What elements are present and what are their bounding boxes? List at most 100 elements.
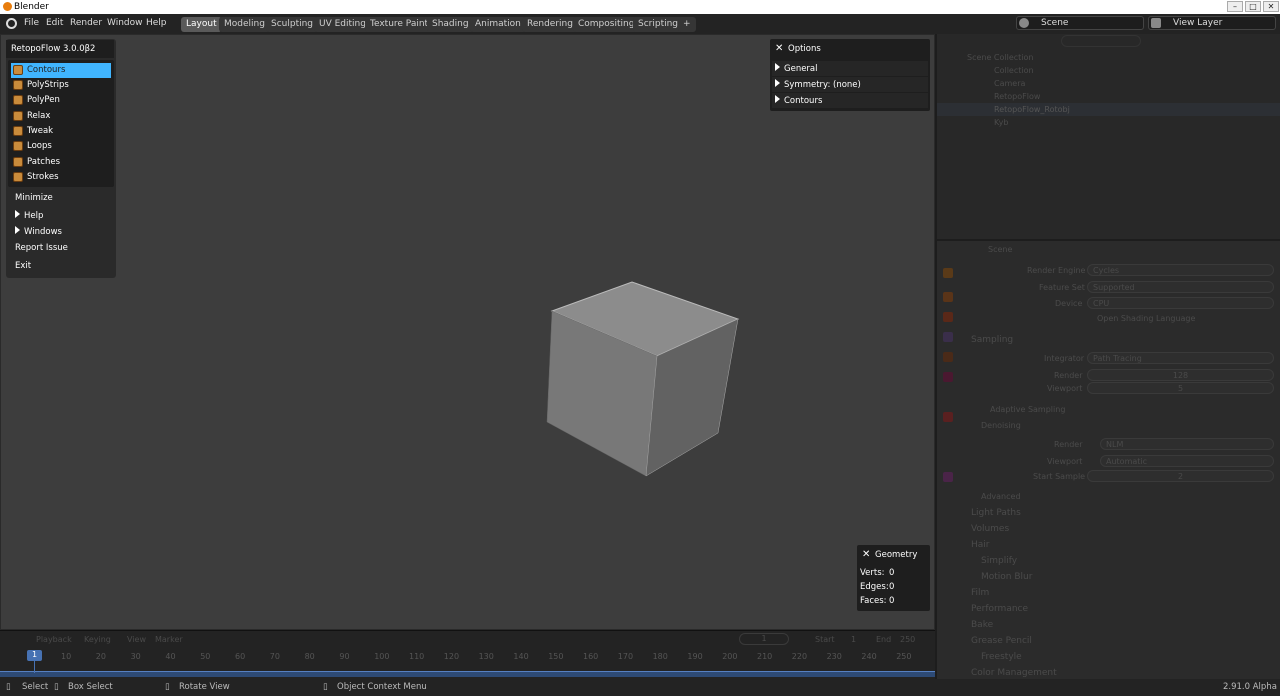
volumes-section[interactable]: Volumes [971, 524, 1009, 534]
bake-section[interactable]: Bake [971, 620, 993, 630]
view-menu[interactable]: View [127, 635, 146, 644]
timeline-tick-label: 20 [95, 652, 106, 661]
adaptive-sampling-section[interactable]: Adaptive Sampling [990, 405, 1065, 414]
view-layer-selector[interactable]: View Layer [1148, 16, 1276, 30]
tool-patches[interactable]: Patches [11, 155, 111, 170]
menu-edit[interactable]: Edit [46, 18, 63, 28]
close-icon[interactable]: ✕ [775, 43, 783, 54]
tool-polystrips[interactable]: PolyStrips [11, 78, 111, 93]
outliner-collection[interactable]: Collection [994, 66, 1034, 75]
simplify-section[interactable]: Simplify [981, 556, 1017, 566]
playhead-frame[interactable]: 1 [27, 650, 42, 661]
scene-selector[interactable]: Scene [1016, 16, 1144, 30]
sampling-section[interactable]: Sampling [971, 335, 1013, 345]
render-samples-field[interactable]: 128 [1087, 369, 1274, 381]
texture-tab-icon[interactable] [943, 472, 953, 482]
expand-triangle-icon [15, 226, 20, 234]
faces-label: Faces: [860, 596, 887, 606]
keying-menu[interactable]: Keying [84, 635, 111, 644]
tab-rendering[interactable]: Rendering [522, 17, 578, 32]
outliner-kyb[interactable]: Kyb [994, 118, 1008, 127]
menu-window[interactable]: Window [107, 18, 143, 28]
scene-tab-icon[interactable] [943, 352, 953, 362]
marker-menu[interactable]: Marker [155, 635, 183, 644]
view-layer-icon [1151, 18, 1161, 28]
device-select[interactable]: CPU [1087, 297, 1274, 309]
outliner-retopoflow[interactable]: RetopoFlow [994, 92, 1040, 101]
tab-scripting[interactable]: Scripting [633, 17, 684, 32]
denoise-render-select[interactable]: NLM [1100, 438, 1274, 450]
tab-uv-editing[interactable]: UV Editing [314, 17, 371, 32]
tab-sculpting[interactable]: Sculpting [266, 17, 319, 32]
tab-layout[interactable]: Layout [181, 17, 222, 32]
motion-blur-section[interactable]: Motion Blur [981, 572, 1032, 582]
view-layer-tab-icon[interactable] [943, 332, 953, 342]
outliner-search-input[interactable] [1061, 35, 1141, 47]
blender-logo-icon [3, 2, 12, 11]
maximize-window-button[interactable]: □ [1245, 1, 1261, 12]
tweak-icon [13, 126, 23, 136]
start-field[interactable]: 1 [851, 635, 856, 644]
outliner-camera[interactable]: Camera [994, 79, 1025, 88]
denoising-section[interactable]: Denoising [981, 421, 1021, 430]
tab-modeling[interactable]: Modeling [219, 17, 270, 32]
close-icon[interactable]: ✕ [862, 549, 870, 560]
window-titlebar: Blender – □ ✕ [0, 0, 1280, 14]
tool-polypen[interactable]: PolyPen [11, 93, 111, 108]
start-sample-field[interactable]: 2 [1087, 470, 1274, 482]
world-tab-icon[interactable] [943, 372, 953, 382]
report-issue-button[interactable]: Report Issue [8, 240, 114, 256]
tool-relax[interactable]: Relax [11, 109, 111, 124]
options-general[interactable]: General [772, 61, 928, 76]
color-management-section[interactable]: Color Management [971, 668, 1057, 678]
windows-toggle[interactable]: Windows [8, 223, 114, 239]
freestyle-section[interactable]: Freestyle [981, 652, 1022, 662]
denoise-viewport-select[interactable]: Automatic [1100, 455, 1274, 467]
current-frame-field[interactable]: 1 [739, 633, 789, 645]
integrator-select[interactable]: Path Tracing [1087, 352, 1274, 364]
tool-tweak[interactable]: Tweak [11, 124, 111, 139]
3d-viewport[interactable] [0, 34, 935, 630]
feature-set-select[interactable]: Supported [1087, 281, 1274, 293]
close-window-button[interactable]: ✕ [1263, 1, 1279, 12]
menu-render[interactable]: Render [70, 18, 102, 28]
performance-section[interactable]: Performance [971, 604, 1028, 614]
grease-pencil-section[interactable]: Grease Pencil [971, 636, 1032, 646]
blender-menu-icon[interactable] [6, 18, 17, 29]
tab-compositing[interactable]: Compositing [573, 17, 640, 32]
osl-checkbox-label[interactable]: Open Shading Language [1097, 314, 1195, 323]
hair-section[interactable]: Hair [971, 540, 989, 550]
playback-menu[interactable]: Playback [36, 635, 72, 644]
render-tab-icon[interactable] [943, 292, 953, 302]
help-toggle[interactable]: Help [8, 207, 114, 223]
geometry-title: Geometry [875, 550, 918, 560]
outliner-retopoflow-rotobj[interactable]: RetopoFlow_Rotobj [994, 105, 1070, 114]
tool-loops[interactable]: Loops [11, 139, 111, 154]
render-engine-select[interactable]: Cycles [1087, 264, 1274, 276]
minimize-window-button[interactable]: – [1227, 1, 1243, 12]
menu-file[interactable]: File [24, 18, 39, 28]
advanced-section[interactable]: Advanced [981, 492, 1021, 501]
tool-tab-icon[interactable] [943, 268, 953, 278]
menu-help[interactable]: Help [146, 18, 167, 28]
timeline-range-bar[interactable] [0, 671, 935, 677]
timeline-tick-label: 130 [478, 652, 494, 661]
end-field[interactable]: 250 [900, 635, 915, 644]
exit-button[interactable]: Exit [8, 258, 114, 274]
outliner-root[interactable]: Scene Collection [967, 53, 1034, 62]
tool-strokes[interactable]: Strokes [11, 170, 111, 185]
tab-texture-paint[interactable]: Texture Paint [365, 17, 434, 32]
film-section[interactable]: Film [971, 588, 989, 598]
options-symmetry[interactable]: Symmetry: (none) [772, 77, 928, 92]
output-tab-icon[interactable] [943, 312, 953, 322]
object-tab-icon[interactable] [943, 412, 953, 422]
light-paths-section[interactable]: Light Paths [971, 508, 1021, 518]
tab-shading[interactable]: Shading [427, 17, 474, 32]
tab-animation[interactable]: Animation [470, 17, 526, 32]
timeline-tick-label: 90 [339, 652, 350, 661]
add-workspace-button[interactable]: + [678, 17, 696, 32]
tool-contours[interactable]: Contours [11, 63, 111, 78]
minimize-button[interactable]: Minimize [8, 190, 114, 206]
viewport-samples-field[interactable]: 5 [1087, 382, 1274, 394]
options-contours[interactable]: Contours [772, 93, 928, 108]
